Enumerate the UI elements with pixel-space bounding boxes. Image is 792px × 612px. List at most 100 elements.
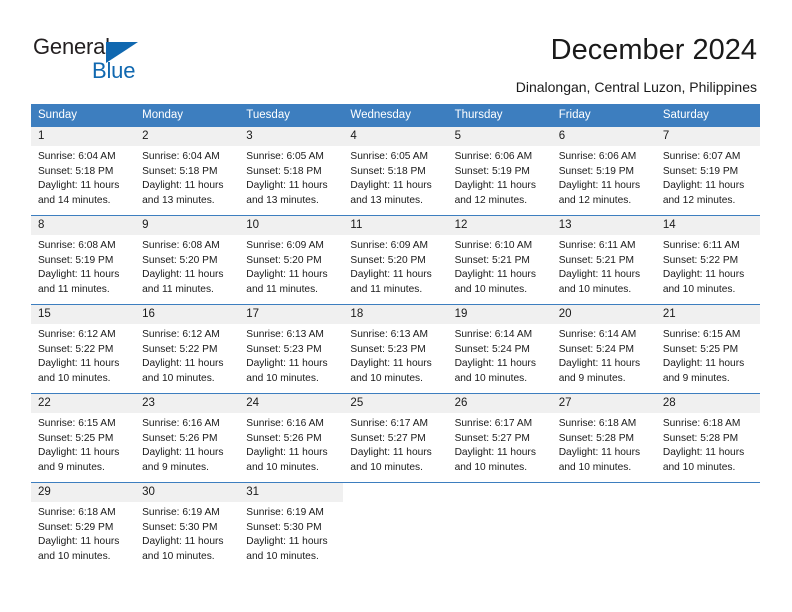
sunset-text: Sunset: 5:28 PM bbox=[558, 432, 635, 444]
sun-info: Sunrise: 6:14 AM Sunset: 5:24 PM Daylight:… bbox=[552, 324, 656, 386]
sunset-text: Sunset: 5:27 PM bbox=[454, 432, 530, 444]
day-cell-inner: 27 Sunrise: 6:18 AM Sunset: 5:28 PM Dayligh… bbox=[551, 394, 656, 482]
sunset-text: Sunset: 5:25 PM bbox=[38, 432, 114, 444]
sunrise-text: Sunrise: 6:15 AM bbox=[38, 418, 116, 429]
day-cell-inner: 18 Sunrise: 6:13 AM Sunset: 5:23 PM Dayligh… bbox=[343, 305, 448, 393]
calendar-day-cell[interactable]: 15 Sunrise: 6:12 AM Sunset: 5:22 PM Dayligh… bbox=[31, 305, 136, 394]
sunrise-text: Sunrise: 6:05 AM bbox=[350, 151, 429, 162]
daylight-text-line1: Daylight: 11 hours bbox=[350, 180, 432, 192]
sunrise-text: Sunrise: 6:18 AM bbox=[558, 418, 637, 429]
calendar-day-cell[interactable]: 19 Sunrise: 6:14 AM Sunset: 5:24 PM Dayligh… bbox=[447, 305, 552, 394]
calendar-week-row: 29 Sunrise: 6:18 AM Sunset: 5:29 PM Dayligh… bbox=[31, 483, 760, 571]
sun-info: Sunrise: 6:18 AM Sunset: 5:29 PM Daylight:… bbox=[31, 502, 135, 564]
daylight-text-line1: Daylight: 11 hours bbox=[246, 180, 328, 192]
day-number: 23 bbox=[135, 394, 240, 413]
calendar-day-cell[interactable]: 17 Sunrise: 6:13 AM Sunset: 5:23 PM Dayligh… bbox=[239, 305, 344, 394]
day-number: 1 bbox=[31, 127, 136, 146]
calendar-day-cell[interactable]: 24 Sunrise: 6:16 AM Sunset: 5:26 PM Dayligh… bbox=[239, 394, 344, 483]
sun-info: Sunrise: 6:04 AM Sunset: 5:18 PM Daylight:… bbox=[135, 146, 239, 208]
daylight-text-line1: Daylight: 11 hours bbox=[142, 180, 224, 192]
sunset-text: Sunset: 5:19 PM bbox=[662, 165, 739, 177]
day-cell-inner: 28 Sunrise: 6:18 AM Sunset: 5:28 PM Dayligh… bbox=[655, 394, 760, 482]
sunset-text: Sunset: 5:22 PM bbox=[142, 343, 218, 355]
calendar-day-cell[interactable]: 21 Sunrise: 6:15 AM Sunset: 5:25 PM Dayligh… bbox=[655, 305, 760, 394]
calendar-day-cell[interactable]: 8 Sunrise: 6:08 AM Sunset: 5:19 PM Daylight… bbox=[31, 216, 136, 305]
calendar-day-cell[interactable]: 20 Sunrise: 6:14 AM Sunset: 5:24 PM Dayligh… bbox=[551, 305, 656, 394]
day-number: 4 bbox=[343, 127, 448, 146]
sunset-text: Sunset: 5:28 PM bbox=[662, 432, 739, 444]
sunrise-text: Sunrise: 6:17 AM bbox=[350, 418, 429, 429]
calendar-day-cell[interactable]: 23 Sunrise: 6:16 AM Sunset: 5:26 PM Dayligh… bbox=[135, 394, 240, 483]
day-cell-inner: 7 Sunrise: 6:07 AM Sunset: 5:19 PM Daylight… bbox=[655, 127, 760, 215]
sunset-text: Sunset: 5:19 PM bbox=[558, 165, 635, 177]
calendar-day-cell[interactable]: 10 Sunrise: 6:09 AM Sunset: 5:20 PM Dayligh… bbox=[239, 216, 344, 305]
calendar-day-cell[interactable]: 28 Sunrise: 6:18 AM Sunset: 5:28 PM Dayligh… bbox=[655, 394, 760, 483]
sunrise-text: Sunrise: 6:04 AM bbox=[38, 151, 116, 162]
sunset-text: Sunset: 5:29 PM bbox=[38, 521, 114, 533]
daylight-text-line1: Daylight: 11 hours bbox=[662, 358, 745, 370]
calendar-day-cell[interactable]: 12 Sunrise: 6:10 AM Sunset: 5:21 PM Dayligh… bbox=[447, 216, 552, 305]
calendar-day-cell[interactable]: 30 Sunrise: 6:19 AM Sunset: 5:30 PM Dayligh… bbox=[135, 483, 240, 571]
calendar-day-cell[interactable]: 25 Sunrise: 6:17 AM Sunset: 5:27 PM Dayligh… bbox=[343, 394, 448, 483]
calendar-day-cell[interactable]: 31 Sunrise: 6:19 AM Sunset: 5:30 PM Dayligh… bbox=[239, 483, 344, 571]
calendar-day-cell[interactable]: 3 Sunrise: 6:05 AM Sunset: 5:18 PM Daylight… bbox=[239, 127, 344, 216]
day-number: 11 bbox=[343, 216, 448, 235]
sunrise-text: Sunrise: 6:11 AM bbox=[662, 240, 740, 251]
sun-info: Sunrise: 6:08 AM Sunset: 5:20 PM Daylight:… bbox=[135, 235, 239, 297]
sunset-text: Sunset: 5:26 PM bbox=[246, 432, 322, 444]
calendar-empty-cell bbox=[448, 483, 552, 571]
day-number: 30 bbox=[135, 483, 240, 502]
daylight-text-line2: and 9 minutes. bbox=[38, 461, 105, 473]
sunset-text: Sunset: 5:27 PM bbox=[350, 432, 426, 444]
calendar-day-cell[interactable]: 11 Sunrise: 6:09 AM Sunset: 5:20 PM Dayligh… bbox=[343, 216, 448, 305]
daylight-text-line2: and 10 minutes. bbox=[142, 550, 215, 562]
calendar-day-cell[interactable]: 16 Sunrise: 6:12 AM Sunset: 5:22 PM Dayligh… bbox=[135, 305, 240, 394]
general-blue-logo[interactable]: General Blue bbox=[33, 34, 213, 86]
daylight-text-line2: and 13 minutes. bbox=[246, 194, 319, 206]
day-cell-inner: 5 Sunrise: 6:06 AM Sunset: 5:19 PM Daylight… bbox=[447, 127, 552, 215]
day-cell-inner: 6 Sunrise: 6:06 AM Sunset: 5:19 PM Daylight… bbox=[551, 127, 656, 215]
sunrise-text: Sunrise: 6:11 AM bbox=[558, 240, 636, 251]
daylight-text-line2: and 14 minutes. bbox=[38, 194, 111, 206]
sunrise-sunset-calendar: Sunday Monday Tuesday Wednesday Thursday… bbox=[31, 104, 760, 571]
calendar-day-cell[interactable]: 6 Sunrise: 6:06 AM Sunset: 5:19 PM Daylight… bbox=[551, 127, 656, 216]
sunset-text: Sunset: 5:20 PM bbox=[142, 254, 218, 266]
sun-info: Sunrise: 6:05 AM Sunset: 5:18 PM Daylight:… bbox=[343, 146, 447, 208]
day-number: 9 bbox=[135, 216, 240, 235]
calendar-day-cell[interactable]: 7 Sunrise: 6:07 AM Sunset: 5:19 PM Daylight… bbox=[655, 127, 760, 216]
calendar-day-cell[interactable]: 4 Sunrise: 6:05 AM Sunset: 5:18 PM Daylight… bbox=[343, 127, 448, 216]
sunrise-text: Sunrise: 6:16 AM bbox=[142, 418, 220, 429]
daylight-text-line1: Daylight: 11 hours bbox=[454, 180, 536, 192]
calendar-day-cell[interactable]: 2 Sunrise: 6:04 AM Sunset: 5:18 PM Daylight… bbox=[135, 127, 240, 216]
day-number: 26 bbox=[447, 394, 552, 413]
calendar-day-cell[interactable]: 29 Sunrise: 6:18 AM Sunset: 5:29 PM Dayligh… bbox=[31, 483, 136, 571]
sun-info: Sunrise: 6:09 AM Sunset: 5:20 PM Daylight:… bbox=[343, 235, 447, 297]
calendar-day-cell[interactable]: 18 Sunrise: 6:13 AM Sunset: 5:23 PM Dayligh… bbox=[343, 305, 448, 394]
weekday-header-row: Sunday Monday Tuesday Wednesday Thursday… bbox=[31, 104, 760, 127]
sunrise-text: Sunrise: 6:14 AM bbox=[558, 329, 637, 340]
calendar-day-cell[interactable]: 27 Sunrise: 6:18 AM Sunset: 5:28 PM Dayligh… bbox=[551, 394, 656, 483]
daylight-text-line1: Daylight: 11 hours bbox=[38, 358, 120, 370]
calendar-day-cell[interactable]: 1 Sunrise: 6:04 AM Sunset: 5:18 PM Daylight… bbox=[31, 127, 136, 216]
day-cell-inner: 30 Sunrise: 6:19 AM Sunset: 5:30 PM Dayligh… bbox=[135, 483, 240, 571]
calendar-day-cell[interactable]: 13 Sunrise: 6:11 AM Sunset: 5:21 PM Dayligh… bbox=[551, 216, 656, 305]
calendar-day-cell[interactable]: 5 Sunrise: 6:06 AM Sunset: 5:19 PM Daylight… bbox=[447, 127, 552, 216]
daylight-text-line1: Daylight: 11 hours bbox=[350, 269, 432, 281]
calendar-day-cell[interactable]: 14 Sunrise: 6:11 AM Sunset: 5:22 PM Dayligh… bbox=[655, 216, 760, 305]
day-number: 25 bbox=[343, 394, 448, 413]
day-number: 22 bbox=[31, 394, 136, 413]
day-number: 17 bbox=[239, 305, 344, 324]
daylight-text-line2: and 10 minutes. bbox=[38, 372, 111, 384]
weekday-header-tuesday: Tuesday bbox=[239, 104, 344, 127]
day-number: 24 bbox=[239, 394, 344, 413]
sun-info: Sunrise: 6:19 AM Sunset: 5:30 PM Daylight:… bbox=[135, 502, 239, 564]
sun-info: Sunrise: 6:12 AM Sunset: 5:22 PM Daylight:… bbox=[135, 324, 239, 386]
calendar-day-cell[interactable]: 9 Sunrise: 6:08 AM Sunset: 5:20 PM Daylight… bbox=[135, 216, 240, 305]
daylight-text-line2: and 11 minutes. bbox=[246, 283, 319, 295]
calendar-empty-cell bbox=[656, 483, 760, 571]
calendar-day-cell[interactable]: 26 Sunrise: 6:17 AM Sunset: 5:27 PM Dayligh… bbox=[447, 394, 552, 483]
daylight-text-line1: Daylight: 11 hours bbox=[38, 447, 120, 459]
day-cell-inner: 10 Sunrise: 6:09 AM Sunset: 5:20 PM Dayligh… bbox=[239, 216, 344, 304]
calendar-day-cell[interactable]: 22 Sunrise: 6:15 AM Sunset: 5:25 PM Dayligh… bbox=[31, 394, 136, 483]
day-number: 28 bbox=[655, 394, 760, 413]
